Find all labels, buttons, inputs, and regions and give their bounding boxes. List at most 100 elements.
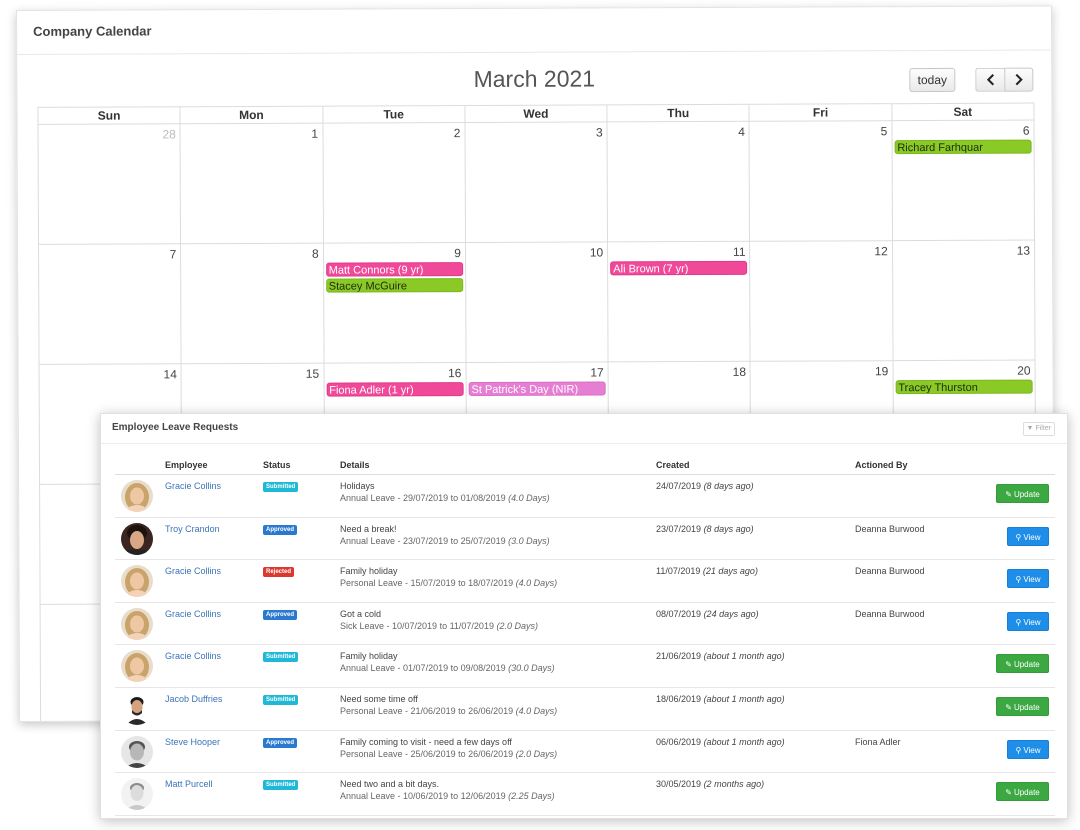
- leave-duration: (30.0 Days): [508, 663, 555, 674]
- request-title: Need some time off: [340, 693, 418, 704]
- status-badge: Approved: [263, 524, 298, 535]
- filter-button[interactable]: ▼ Filter: [1022, 422, 1055, 436]
- search-icon: ⚲: [1015, 575, 1022, 585]
- day-cell[interactable]: 5: [749, 121, 893, 242]
- avatar: [121, 607, 153, 640]
- day-cell[interactable]: 4: [607, 121, 751, 243]
- action-label: View: [1023, 617, 1041, 627]
- action-label: View: [1023, 575, 1041, 585]
- day-cell[interactable]: 13: [892, 240, 1036, 362]
- calendar-header: Company Calendar: [17, 6, 1052, 55]
- view-button[interactable]: ⚲ View: [1007, 526, 1049, 546]
- update-button[interactable]: ✎ Update: [996, 696, 1049, 716]
- update-button[interactable]: ✎ Update: [996, 654, 1049, 674]
- dow-thu: Thu: [607, 104, 750, 123]
- view-button[interactable]: ⚲ View: [1007, 739, 1049, 759]
- next-month-button[interactable]: [1004, 67, 1034, 92]
- action-label: View: [1023, 532, 1041, 542]
- day-number: 4: [738, 124, 745, 139]
- day-cell[interactable]: 1: [180, 123, 324, 245]
- update-button[interactable]: ✎ Update: [996, 782, 1049, 802]
- day-number: 12: [874, 244, 888, 259]
- leave-range: Personal Leave - 25/06/2019 to 26/06/201…: [340, 748, 514, 759]
- calendar-event[interactable]: Tracey Thurston: [895, 379, 1033, 395]
- action-label: Update: [1013, 660, 1040, 670]
- employee-name-link[interactable]: Steve Hooper: [165, 737, 220, 747]
- col-created: Created: [656, 460, 690, 470]
- employee-name-link[interactable]: Troy Crandon: [165, 524, 220, 534]
- employee-name-link[interactable]: Jacob Duffries: [165, 694, 222, 704]
- leave-range: Personal Leave - 21/06/2019 to 26/06/201…: [340, 705, 514, 716]
- table-row: Gracie Collins Rejected Family holiday Pers…: [115, 560, 1055, 603]
- calendar-nav: [975, 67, 1034, 92]
- view-button[interactable]: ⚲ View: [1007, 569, 1049, 589]
- created-date: 23/07/2019 (8 days ago): [656, 524, 754, 534]
- day-number: 19: [874, 364, 889, 379]
- day-number: 11: [732, 244, 746, 259]
- request-leave-details: Personal Leave - 21/06/2019 to 26/06/201…: [340, 706, 557, 716]
- calendar-event[interactable]: Stacey McGuire: [325, 278, 464, 293]
- employee-name-link[interactable]: Gracie Collins: [165, 481, 221, 491]
- leave-duration: (4.0 Days): [508, 493, 550, 503]
- day-number: 14: [163, 367, 177, 382]
- actioned-by: Deanna Burwood: [855, 523, 925, 534]
- employee-name-link[interactable]: Gracie Collins: [165, 651, 221, 661]
- employee-name-link[interactable]: Gracie Collins: [165, 566, 221, 576]
- calendar-toolbar: March 2021 today: [17, 50, 1051, 107]
- view-button[interactable]: ⚲ View: [1007, 611, 1049, 631]
- request-leave-details: Sick Leave - 10/07/2019 to 11/07/2019 (2…: [340, 621, 538, 631]
- day-cell[interactable]: 3: [465, 122, 609, 244]
- employee-leave-requests-panel: Employee Leave Requests ▼ Filter Employe…: [100, 413, 1068, 819]
- created-ago: (2 months ago): [703, 779, 765, 790]
- avatar: [121, 778, 153, 811]
- day-cell[interactable]: 28: [38, 124, 182, 245]
- avatar: [121, 522, 153, 555]
- leave-range: Annual Leave - 23/07/2019 to 25/07/2019: [340, 535, 506, 546]
- day-cell[interactable]: 6 Richard Farhquar: [892, 120, 1036, 242]
- request-leave-details: Annual Leave - 23/07/2019 to 25/07/2019 …: [340, 536, 550, 546]
- day-cell[interactable]: 10: [465, 242, 609, 364]
- day-number: 16: [448, 366, 462, 381]
- created-value: 11/07/2019: [656, 566, 701, 577]
- calendar-event[interactable]: Richard Farhquar: [894, 139, 1032, 155]
- day-cell[interactable]: 2: [323, 123, 466, 244]
- table-row: Gracie Collins Approved Got a cold Sick Lea…: [115, 603, 1055, 646]
- day-cell[interactable]: 8: [181, 243, 325, 365]
- calendar-event[interactable]: Ali Brown (7 yr): [610, 260, 748, 276]
- employee-name-link[interactable]: Gracie Collins: [165, 609, 221, 619]
- day-number: 13: [1016, 243, 1031, 258]
- update-button[interactable]: ✎ Update: [996, 484, 1049, 503]
- filter-label: Filter: [1035, 425, 1051, 432]
- today-button[interactable]: today: [909, 67, 956, 93]
- status-badge: Rejected: [263, 567, 295, 578]
- request-leave-details: Personal Leave - 15/07/2019 to 18/07/201…: [340, 578, 557, 588]
- day-cell[interactable]: 12: [750, 241, 894, 362]
- calendar-month-label: March 2021: [473, 65, 596, 93]
- request-title: Holidays: [340, 481, 375, 491]
- table-row: Matt Purcell Submitted Need two and a bit …: [115, 773, 1055, 816]
- created-ago: (24 days ago): [703, 608, 759, 619]
- created-date: 24/07/2019 (8 days ago): [656, 481, 754, 491]
- request-title: Need a break!: [340, 523, 397, 534]
- status-badge: Submitted: [263, 694, 299, 705]
- edit-icon: ✎: [1005, 702, 1012, 712]
- calendar-event[interactable]: St Patrick's Day (NIR): [468, 381, 606, 397]
- day-cell[interactable]: 7: [39, 244, 182, 365]
- calendar-event[interactable]: Matt Connors (9 yr): [325, 262, 464, 277]
- day-cell[interactable]: 11 Ali Brown (7 yr): [608, 241, 751, 363]
- day-cell[interactable]: 9 Matt Connors (9 yr) Stacey McGuire: [323, 243, 467, 364]
- avatar: [121, 650, 153, 683]
- calendar-event[interactable]: Fiona Adler (1 yr): [326, 382, 464, 397]
- col-actioned-by: Actioned By: [855, 460, 908, 470]
- created-value: 21/06/2019: [656, 651, 702, 662]
- created-date: 21/06/2019 (about 1 month ago): [656, 651, 785, 661]
- table-row: Jacob Duffries Submitted Need some time of…: [115, 688, 1055, 731]
- prev-month-button[interactable]: [975, 67, 1005, 92]
- created-value: 06/06/2019: [656, 736, 702, 747]
- created-ago: (about 1 month ago): [703, 651, 785, 662]
- created-value: 18/06/2019: [656, 693, 702, 704]
- created-ago: (about 1 month ago): [703, 736, 785, 747]
- employee-name-link[interactable]: Matt Purcell: [165, 779, 213, 789]
- search-icon: ⚲: [1015, 532, 1022, 542]
- leave-requests-table: Employee Status Details Created Actioned…: [115, 456, 1055, 816]
